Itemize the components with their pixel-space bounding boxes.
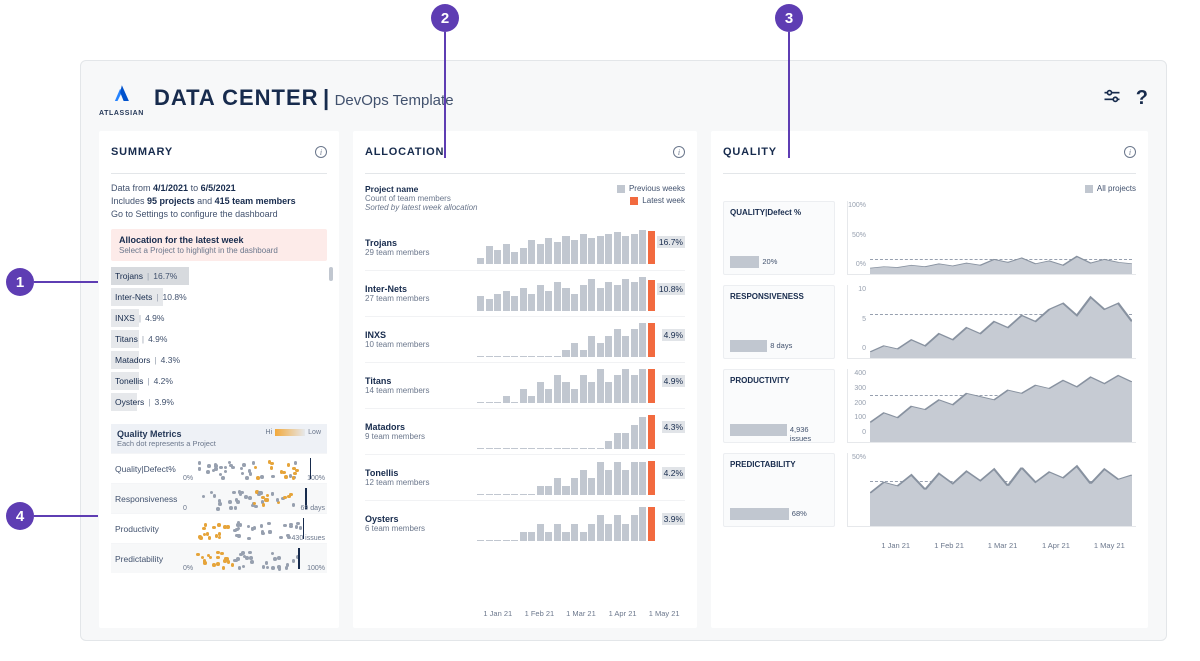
callout-4-line <box>34 515 98 517</box>
quality-metric-row: Predictability0%100% <box>111 543 327 573</box>
quality-trend-row: RESPONSIVENESS8 days1050 <box>723 285 1136 359</box>
atlassian-logo: ATLASSIAN <box>99 80 144 117</box>
allocation-banner-title: Allocation for the latest week <box>119 235 319 245</box>
project-row[interactable]: Matadors|4.3% <box>111 351 327 369</box>
callout-3: 3 <box>775 4 803 32</box>
callout-4: 4 <box>6 502 34 530</box>
quality-stat-card: RESPONSIVENESS8 days <box>723 285 835 359</box>
project-row[interactable]: Oysters|3.9% <box>111 393 327 411</box>
help-icon[interactable]: ? <box>1136 87 1148 110</box>
page-title: DATA CENTER <box>154 85 319 110</box>
quality-trend-row: PRODUCTIVITY4,936 issues4003002001000 <box>723 369 1136 443</box>
project-row[interactable]: Inter-Nets|10.8% <box>111 288 327 306</box>
callout-2: 2 <box>431 4 459 32</box>
title-divider: | <box>323 85 330 110</box>
quality-legend: All projects <box>723 184 1136 193</box>
callout-3-line <box>788 32 790 158</box>
quality-trend-chart: 1050 <box>847 285 1136 359</box>
summary-title: SUMMARY <box>111 146 173 158</box>
allocation-info-icon[interactable]: i <box>673 146 685 158</box>
quality-trend-chart: 100%50%0% <box>847 201 1136 275</box>
allocation-panel: ALLOCATION i Project name Count of team … <box>353 131 697 628</box>
quality-x-axis: 1 Jan 211 Feb 211 Mar 211 Apr 211 May 21 <box>847 541 1136 550</box>
dashboard-header: ATLASSIAN DATA CENTER | DevOps Template … <box>99 75 1148 121</box>
quality-scale-gradient <box>275 429 305 436</box>
summary-info-icon[interactable]: i <box>315 146 327 158</box>
allocation-title: ALLOCATION <box>365 146 444 158</box>
allocation-x-axis: 1 Jan 211 Feb 211 Mar 211 Apr 211 May 21 <box>365 609 685 618</box>
allocation-banner: Allocation for the latest week Select a … <box>111 229 327 261</box>
page-subtitle: DevOps Template <box>335 92 454 109</box>
page-title-block: DATA CENTER | DevOps Template <box>154 85 454 111</box>
atlassian-icon <box>107 80 135 108</box>
allocation-row[interactable]: Matadors9 team members4.3% <box>365 408 685 454</box>
project-row[interactable]: INXS|4.9% <box>111 309 327 327</box>
allocation-row[interactable]: Inter-Nets27 team members10.8% <box>365 270 685 316</box>
quality-trend-row: QUALITY|Defect %20%100%50%0% <box>723 201 1136 275</box>
atlassian-wordmark: ATLASSIAN <box>99 110 144 117</box>
allocation-row[interactable]: Trojans29 team members16.7% <box>365 224 685 270</box>
callout-2-line <box>444 32 446 158</box>
quality-stat-card: PRODUCTIVITY4,936 issues <box>723 369 835 443</box>
quality-stat-card: PREDICTABILITY68% <box>723 453 835 527</box>
quality-info-icon[interactable]: i <box>1124 146 1136 158</box>
summary-meta: Data from 4/1/2021 to 6/5/2021 Includes … <box>111 182 327 221</box>
allocation-row[interactable]: Titans14 team members4.9% <box>365 362 685 408</box>
allocation-row[interactable]: Tonellis12 team members4.2% <box>365 454 685 500</box>
settings-icon[interactable] <box>1102 86 1122 111</box>
project-row[interactable]: Titans|4.9% <box>111 330 327 348</box>
allocation-banner-sub: Select a Project to highlight in the das… <box>119 246 319 255</box>
quality-title: QUALITY <box>723 146 777 158</box>
allocation-row[interactable]: INXS10 team members4.9% <box>365 316 685 362</box>
project-row[interactable]: Tonellis|4.2% <box>111 372 327 390</box>
quality-panel: QUALITY i All projects QUALITY|Defect %2… <box>711 131 1148 628</box>
callout-1-line <box>34 281 98 283</box>
quality-metrics-header: Quality Metrics Each dot represents a Pr… <box>111 424 327 453</box>
quality-stat-card: QUALITY|Defect %20% <box>723 201 835 275</box>
allocation-legend: Previous weeks Latest week <box>617 184 685 212</box>
quality-metric-row: Productivity430 issues <box>111 513 327 543</box>
quality-trend-chart: 50% <box>847 453 1136 527</box>
dashboard-frame: ATLASSIAN DATA CENTER | DevOps Template … <box>80 60 1167 641</box>
allocation-rows: Trojans29 team members16.7%Inter-Nets27 … <box>365 224 685 605</box>
project-list: Trojans|16.7% Inter-Nets|10.8% INXS|4.9% Ti… <box>111 267 327 414</box>
quality-trend-chart: 4003002001000 <box>847 369 1136 443</box>
quality-metrics-rows: Quality|Defect%0%100%Responsiveness069 d… <box>111 453 327 573</box>
project-row[interactable]: Trojans|16.7% <box>111 267 327 285</box>
summary-panel: SUMMARY i Data from 4/1/2021 to 6/5/2021… <box>99 131 339 628</box>
header-actions: ? <box>1102 86 1148 111</box>
quality-metric-row: Quality|Defect%0%100% <box>111 453 327 483</box>
allocation-label: Project name <box>365 184 478 194</box>
quality-metric-row: Responsiveness069 days <box>111 483 327 513</box>
allocation-row[interactable]: Oysters6 team members3.9% <box>365 500 685 546</box>
project-list-scrollbar[interactable] <box>329 267 333 281</box>
callout-1: 1 <box>6 268 34 296</box>
quality-trend-row: PREDICTABILITY68%50% <box>723 453 1136 527</box>
